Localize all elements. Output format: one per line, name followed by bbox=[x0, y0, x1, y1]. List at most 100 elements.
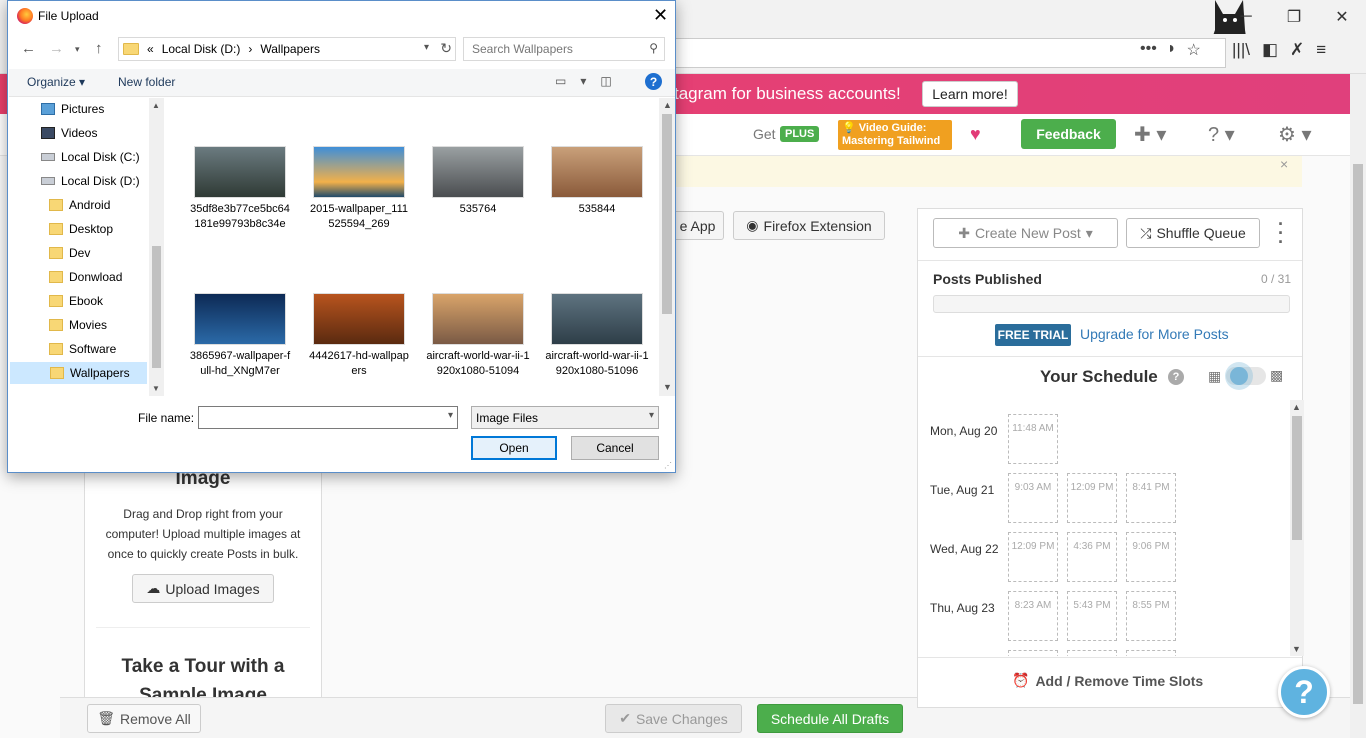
page-scrollbar-thumb[interactable] bbox=[1353, 164, 1363, 704]
add-menu-icon[interactable]: ✚ ▾ bbox=[1134, 122, 1166, 147]
file-list-scrollbar-thumb[interactable] bbox=[662, 114, 672, 314]
open-button[interactable]: Open bbox=[471, 436, 557, 460]
scroll-up-icon[interactable]: ▲ bbox=[663, 100, 672, 110]
time-slot[interactable] bbox=[1126, 650, 1176, 656]
recent-locations-icon[interactable]: ▾ bbox=[75, 44, 80, 55]
up-arrow-icon[interactable]: ↑ bbox=[95, 40, 103, 57]
schedule-scrollbar-thumb[interactable] bbox=[1292, 416, 1302, 540]
file-name-input[interactable]: ▾ bbox=[198, 406, 458, 429]
tree-item[interactable]: Software bbox=[49, 338, 116, 360]
view-dropdown-icon[interactable]: ▾ bbox=[580, 74, 586, 88]
time-slot[interactable]: 9:06 PM bbox=[1126, 532, 1176, 582]
create-new-post-button[interactable]: ✚ Create New Post ▾ bbox=[933, 218, 1118, 248]
address-bar[interactable]: « Local Disk (D:) › Wallpapers ▾ ↻ bbox=[118, 37, 456, 61]
new-folder-button[interactable]: New folder bbox=[118, 75, 175, 89]
preview-pane-icon[interactable]: ◫ bbox=[600, 74, 611, 88]
upgrade-link[interactable]: Upgrade for More Posts bbox=[1080, 326, 1229, 342]
change-view-icon[interactable]: ▭ bbox=[555, 74, 566, 88]
file-item[interactable]: 4442617-hd-wallpapers bbox=[307, 293, 411, 379]
file-name-dropdown-icon[interactable]: ▾ bbox=[448, 410, 453, 421]
help-menu-icon[interactable]: ? ▾ bbox=[1208, 122, 1235, 147]
app-button[interactable]: e App bbox=[672, 211, 724, 240]
window-close-icon[interactable]: ✕ bbox=[1318, 0, 1366, 34]
tree-item[interactable]: Wallpapers bbox=[10, 362, 147, 384]
more-options-icon[interactable]: · · · bbox=[1276, 215, 1286, 251]
tree-item[interactable]: Pictures bbox=[41, 98, 104, 120]
extension-x-icon[interactable]: ✗ bbox=[1290, 40, 1304, 60]
file-item[interactable]: aircraft-world-war-ii-1920x1080-51096 bbox=[545, 293, 649, 379]
file-item[interactable]: 535844 bbox=[545, 146, 649, 217]
tree-item[interactable]: Movies bbox=[49, 314, 107, 336]
file-item[interactable]: 2015-wallpaper_111525594_269 bbox=[307, 146, 411, 232]
dialog-help-icon[interactable]: ? bbox=[645, 73, 662, 90]
page-actions-icon[interactable]: ••• bbox=[1140, 40, 1157, 60]
file-item[interactable]: 535764 bbox=[426, 146, 530, 217]
tree-scrollbar[interactable]: ▲ ▼ bbox=[149, 98, 164, 396]
sidebar-icon[interactable]: ◧ bbox=[1262, 40, 1278, 60]
save-changes-button[interactable]: ✔ Save Changes bbox=[605, 704, 742, 733]
file-list-scrollbar[interactable]: ▲ ▼ bbox=[659, 98, 675, 396]
tree-item[interactable]: Donwload bbox=[49, 266, 122, 288]
plus-badge[interactable]: PLUS bbox=[780, 126, 820, 142]
tree-scrollbar-thumb[interactable] bbox=[152, 246, 161, 368]
time-slot[interactable]: 8:23 AM bbox=[1008, 591, 1058, 641]
scroll-up-icon[interactable]: ▲ bbox=[152, 101, 160, 110]
firefox-extension-button[interactable]: ◉ Firefox Extension bbox=[733, 211, 885, 240]
feedback-button[interactable]: Feedback bbox=[1021, 119, 1116, 149]
file-item[interactable]: 35df8e3b77ce5bc64181e99793b8c34e bbox=[188, 146, 292, 232]
schedule-help-icon[interactable]: ? bbox=[1168, 369, 1184, 385]
notice-close-icon[interactable]: × bbox=[1280, 156, 1288, 172]
bookmark-star-icon[interactable]: ☆ bbox=[1186, 40, 1200, 60]
breadcrumb-local-disk-d[interactable]: Local Disk (D:) bbox=[162, 42, 241, 56]
back-arrow-icon[interactable]: ← bbox=[21, 40, 36, 57]
organize-menu[interactable]: Organize ▾ bbox=[27, 75, 85, 89]
file-type-select[interactable]: Image Files ▾ bbox=[471, 406, 659, 429]
file-item[interactable]: aircraft-world-war-ii-1920x1080-51094 bbox=[426, 293, 530, 379]
tree-item[interactable]: Ebook bbox=[49, 290, 103, 312]
time-slot[interactable]: 11:48 AM bbox=[1008, 414, 1058, 464]
remove-all-button[interactable]: 🗑 Remove All bbox=[87, 704, 201, 733]
file-type-dropdown-icon[interactable]: ▾ bbox=[649, 410, 654, 421]
search-icon[interactable]: ⚲ bbox=[649, 41, 658, 55]
tree-item[interactable]: Dev bbox=[49, 242, 90, 264]
search-wallpapers-input[interactable]: Search Wallpapers ⚲ bbox=[463, 37, 665, 61]
upload-images-button[interactable]: ☁ Upload Images bbox=[132, 574, 274, 603]
time-slot[interactable] bbox=[1008, 650, 1058, 656]
address-dropdown-icon[interactable]: ▾ bbox=[424, 42, 429, 53]
time-slot[interactable]: 12:09 PM bbox=[1067, 473, 1117, 523]
view-toggle[interactable] bbox=[1226, 367, 1266, 385]
scroll-up-icon[interactable]: ▲ bbox=[1292, 402, 1301, 412]
shuffle-queue-button[interactable]: ⤮ Shuffle Queue bbox=[1126, 218, 1260, 248]
library-icon[interactable]: |||\ bbox=[1232, 40, 1250, 60]
breadcrumb-wallpapers[interactable]: Wallpapers bbox=[260, 42, 320, 56]
time-slot[interactable]: 12:09 PM bbox=[1008, 532, 1058, 582]
resize-grip-icon[interactable]: ⋰ bbox=[664, 461, 672, 470]
schedule-all-drafts-button[interactable]: Schedule All Drafts bbox=[757, 704, 903, 733]
tree-item[interactable]: Local Disk (D:) bbox=[41, 170, 140, 192]
dialog-close-icon[interactable]: ✕ bbox=[653, 5, 668, 26]
forward-arrow-icon[interactable]: → bbox=[49, 40, 64, 57]
add-remove-time-slots-button[interactable]: ⏰ Add / Remove Time Slots bbox=[1012, 672, 1203, 689]
tree-item[interactable]: Desktop bbox=[49, 218, 113, 240]
time-slot[interactable]: 9:03 AM bbox=[1008, 473, 1058, 523]
pocket-icon[interactable]: ◗ bbox=[1167, 40, 1177, 60]
scroll-down-icon[interactable]: ▼ bbox=[152, 384, 160, 393]
refresh-icon[interactable]: ↻ bbox=[440, 40, 452, 57]
time-slot[interactable]: 5:43 PM bbox=[1067, 591, 1117, 641]
time-slot[interactable]: 8:55 PM bbox=[1126, 591, 1176, 641]
time-slot[interactable] bbox=[1067, 650, 1117, 656]
restore-icon[interactable]: ❐ bbox=[1270, 0, 1318, 34]
learn-more-button[interactable]: Learn more! bbox=[922, 81, 1018, 107]
heart-icon[interactable]: ♥ bbox=[970, 124, 981, 145]
tree-item[interactable]: Local Disk (C:) bbox=[41, 146, 140, 168]
help-chat-button[interactable]: ? bbox=[1278, 666, 1330, 718]
time-slot[interactable]: 8:41 PM bbox=[1126, 473, 1176, 523]
scroll-down-icon[interactable]: ▼ bbox=[1292, 644, 1301, 654]
hamburger-menu-icon[interactable]: ≡ bbox=[1316, 40, 1326, 60]
settings-menu-icon[interactable]: ⚙ ▾ bbox=[1278, 122, 1312, 147]
calendar-icon[interactable]: ▦ bbox=[1208, 368, 1221, 385]
cancel-button[interactable]: Cancel bbox=[571, 436, 659, 460]
schedule-scrollbar[interactable]: ▲ ▼ bbox=[1290, 400, 1304, 656]
toggle-knob[interactable] bbox=[1230, 367, 1248, 385]
breadcrumb-overflow[interactable]: « bbox=[147, 42, 154, 56]
